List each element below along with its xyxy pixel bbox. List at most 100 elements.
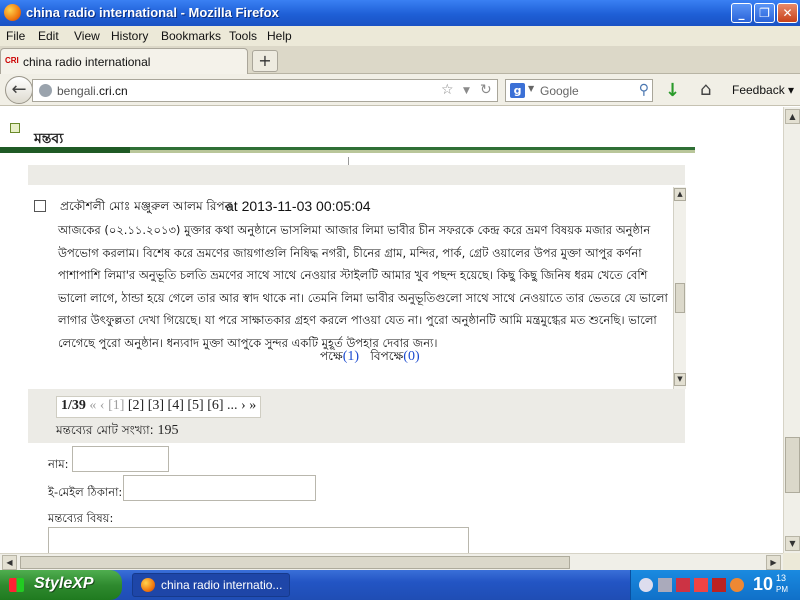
task-label: china radio internatio... — [161, 578, 283, 592]
votes-against-label: বিপক্ষে — [370, 349, 404, 363]
total-comments: মন্তব্যের মোট সংখ্যা: 195 — [56, 422, 179, 442]
votes-against-link[interactable]: (0) — [403, 349, 419, 364]
horizontal-scroll-thumb[interactable] — [20, 556, 570, 569]
pagination-current: 1/39 — [61, 398, 86, 413]
pagination-page-6[interactable]: [6] — [207, 398, 223, 413]
comment-textarea[interactable] — [48, 527, 469, 553]
taskbar: StyleXP china radio internatio... 10 13 … — [0, 570, 800, 600]
page-horizontal-scrollbar[interactable]: ◀ ▶ — [0, 553, 783, 570]
tray-app-icon[interactable] — [694, 578, 708, 592]
comment-list-scrollbar[interactable]: ▲ ▼ — [673, 187, 686, 389]
pagination-area: 1/39 « ‹ [1] [2] [3] [4] [5] [6] ... › »… — [28, 389, 685, 443]
tray-grid-icon[interactable] — [712, 578, 726, 592]
search-bar[interactable]: g ▼ Google ⚲ — [505, 79, 653, 102]
comment-body: আজকের (০২.১১.২০১৩) মুক্তার কথা অনুষ্ঠানে… — [58, 223, 668, 350]
comment-list-header — [28, 165, 685, 185]
menu-file[interactable]: File — [6, 29, 25, 43]
email-field[interactable] — [123, 475, 316, 501]
navigation-bar: ← bengali.cri.cn ☆ ▼ ↻ g ▼ Google ⚲ ↓ ⌂ … — [0, 74, 800, 106]
star-icon[interactable]: ☆ — [441, 82, 454, 98]
firefox-icon — [4, 4, 21, 21]
tray-warning-icon[interactable] — [730, 578, 744, 592]
clock-hour: 10 — [753, 574, 774, 594]
close-button[interactable]: ✕ — [777, 3, 798, 23]
tray-back-icon[interactable] — [639, 578, 653, 592]
comment-list[interactable]: প্রকৌশলী মোঃ মঞ্জুরুল আলম রিপন at 2013-1… — [28, 187, 686, 389]
divider-tick — [348, 157, 349, 165]
start-button[interactable]: StyleXP — [0, 570, 122, 600]
google-icon[interactable]: g — [510, 83, 525, 98]
window-title: china radio international - Mozilla Fire… — [26, 5, 279, 20]
search-engine-dropdown-icon[interactable]: ▼ — [528, 84, 534, 93]
url-bar[interactable]: bengali.cri.cn ☆ ▼ ↻ — [32, 79, 498, 102]
section-divider-accent — [0, 147, 130, 153]
dropdown-icon[interactable]: ▼ — [463, 86, 470, 96]
menu-bar: File Edit View History Bookmarks Tools H… — [0, 26, 800, 46]
back-icon: ← — [11, 79, 27, 100]
tab-china-radio[interactable]: CRI china radio international — [0, 48, 248, 74]
tab-label: china radio international — [23, 55, 151, 69]
section-header: মন্তব্য — [0, 117, 695, 153]
maximize-button[interactable]: ❐ — [754, 3, 775, 23]
clock-minute: 13 — [776, 573, 787, 583]
tab-strip: CRI china radio international + — [0, 46, 800, 74]
new-tab-button[interactable]: + — [252, 50, 278, 72]
total-comments-count: 195 — [157, 423, 179, 438]
pagination-page-5[interactable]: [5] — [187, 398, 203, 413]
comment-author: প্রকৌশলী মোঃ মঞ্জুরুল আলম রিপন — [60, 199, 232, 213]
total-comments-label: মন্তব্যের মোট সংখ্যা: — [56, 423, 154, 437]
globe-icon — [39, 84, 52, 97]
votes-for-label: পক্ষে — [320, 349, 343, 363]
menu-edit[interactable]: Edit — [38, 29, 59, 43]
scrollbar-corner — [783, 553, 800, 570]
page-viewport: মন্তব্য প্রকৌশলী মোঃ মঞ্জুরুল আলম রিপন a… — [0, 107, 783, 553]
scroll-down-icon[interactable]: ▼ — [674, 373, 686, 386]
scroll-down-icon[interactable]: ▼ — [785, 536, 800, 551]
system-tray: 10 13 PM — [630, 570, 800, 600]
pagination-ellipsis[interactable]: ... — [227, 398, 238, 413]
search-icon[interactable]: ⚲ — [639, 82, 649, 98]
menu-tools[interactable]: Tools — [229, 29, 257, 43]
comment-timestamp: at 2013-11-03 00:05:04 — [226, 198, 371, 214]
back-button[interactable]: ← — [5, 76, 33, 104]
vertical-scroll-thumb[interactable] — [785, 437, 800, 493]
scroll-right-icon[interactable]: ▶ — [766, 555, 781, 570]
home-icon[interactable]: ⌂ — [700, 79, 711, 100]
start-label: StyleXP — [34, 575, 94, 592]
windows-logo-icon — [9, 578, 24, 592]
pagination: 1/39 « ‹ [1] [2] [3] [4] [5] [6] ... › » — [56, 396, 262, 418]
votes-for-link[interactable]: (1) — [343, 349, 359, 364]
search-placeholder: Google — [540, 84, 579, 98]
pagination-page-4[interactable]: [4] — [168, 398, 184, 413]
download-icon[interactable]: ↓ — [665, 80, 680, 101]
name-label: নাম: — [48, 457, 69, 471]
scroll-up-icon[interactable]: ▲ — [785, 109, 800, 124]
window-titlebar: china radio international - Mozilla Fire… — [0, 0, 800, 26]
feedback-button[interactable]: Feedback ▾ — [732, 83, 794, 97]
name-field[interactable] — [72, 446, 169, 472]
menu-view[interactable]: View — [74, 29, 100, 43]
pagination-page-1: [1] — [108, 398, 125, 413]
menu-bookmarks[interactable]: Bookmarks — [161, 29, 221, 43]
menu-history[interactable]: History — [111, 29, 148, 43]
pagination-page-2[interactable]: [2] — [128, 398, 144, 413]
menu-help[interactable]: Help — [267, 29, 292, 43]
pagination-prev: « ‹ — [89, 398, 105, 413]
taskbar-firefox-task[interactable]: china radio internatio... — [132, 573, 290, 597]
comments-section-icon — [10, 123, 20, 133]
pagination-page-3[interactable]: [3] — [148, 398, 164, 413]
minimize-button[interactable]: _ — [731, 3, 752, 23]
firefox-icon — [141, 578, 155, 592]
tray-security-icon[interactable] — [676, 578, 690, 592]
email-label: ই-মেইল ঠিকানা: — [48, 485, 123, 499]
pagination-next[interactable]: › » — [241, 398, 256, 413]
cri-logo-icon: CRI — [5, 56, 19, 65]
scroll-up-icon[interactable]: ▲ — [674, 188, 686, 201]
reload-icon[interactable]: ↻ — [480, 82, 492, 98]
tray-network-icon[interactable] — [658, 578, 672, 592]
comment-edit-icon — [34, 200, 46, 212]
page-vertical-scrollbar[interactable]: ▲ ▼ — [783, 107, 800, 553]
comment-list-scroll-thumb[interactable] — [675, 283, 685, 313]
scroll-left-icon[interactable]: ◀ — [2, 555, 17, 570]
clock-ampm: PM — [776, 585, 788, 594]
